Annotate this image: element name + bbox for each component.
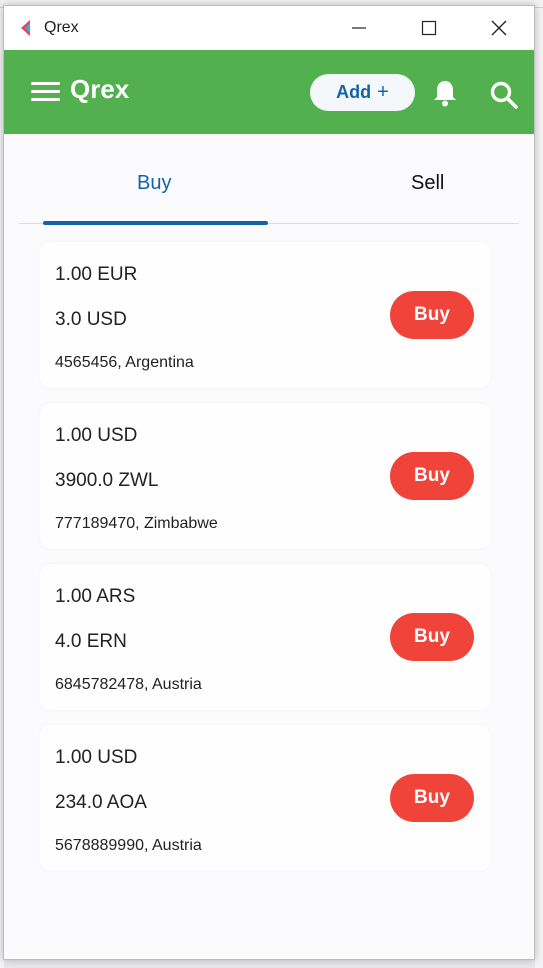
app-bar: Qrex Add + (4, 50, 534, 134)
offer-card: 1.00 USD 234.0 AOA 5678889990, Austria B… (40, 725, 490, 871)
title-bar: Qrex (4, 6, 534, 50)
maximize-icon (421, 20, 437, 36)
buy-button[interactable]: Buy (390, 452, 474, 500)
offer-card: 1.00 ARS 4.0 ERN 6845782478, Austria Buy (40, 564, 490, 710)
active-tab-indicator (43, 221, 268, 225)
maximize-button[interactable] (394, 6, 464, 50)
offer-meta: 4565456, Argentina (55, 354, 194, 371)
offer-list: 1.00 EUR 3.0 USD 4565456, Argentina Buy … (40, 242, 490, 886)
add-button[interactable]: Add + (310, 74, 415, 111)
buy-button[interactable]: Buy (390, 774, 474, 822)
offer-from-amount: 1.00 USD (55, 747, 138, 768)
add-button-label: Add (336, 82, 372, 102)
menu-icon[interactable] (31, 82, 60, 102)
search-icon[interactable] (489, 80, 519, 110)
bell-icon[interactable] (430, 78, 460, 108)
offer-from-amount: 1.00 USD (55, 425, 138, 446)
tab-buy[interactable]: Buy (137, 172, 171, 195)
tab-bar: Buy Sell (19, 134, 519, 225)
buy-button[interactable]: Buy (390, 291, 474, 339)
offer-from-amount: 1.00 ARS (55, 586, 136, 607)
offer-meta: 777189470, Zimbabwe (55, 515, 218, 532)
offer-from-amount: 1.00 EUR (55, 264, 138, 285)
brand-title: Qrex (70, 74, 130, 104)
window-controls (324, 6, 534, 50)
offer-to-amount: 234.0 AOA (55, 792, 147, 813)
background-right-edge (535, 8, 543, 968)
offer-card: 1.00 EUR 3.0 USD 4565456, Argentina Buy (40, 242, 490, 388)
offer-to-amount: 4.0 ERN (55, 631, 127, 652)
close-button[interactable] (464, 6, 534, 50)
offer-to-amount: 3.0 USD (55, 309, 127, 330)
add-plus-icon: + (377, 81, 389, 103)
minimize-icon (352, 27, 366, 29)
buy-button[interactable]: Buy (390, 613, 474, 661)
offer-card: 1.00 USD 3900.0 ZWL 777189470, Zimbabwe … (40, 403, 490, 549)
app-window: Qrex Qrex Add + Buy Sell 1.00 EUR 3.0 US… (3, 5, 535, 960)
app-logo-icon (21, 20, 30, 36)
offer-meta: 6845782478, Austria (55, 676, 202, 693)
minimize-button[interactable] (324, 6, 394, 50)
offer-to-amount: 3900.0 ZWL (55, 470, 159, 491)
tab-sell[interactable]: Sell (411, 172, 444, 195)
offer-meta: 5678889990, Austria (55, 837, 202, 854)
window-title: Qrex (44, 19, 79, 36)
close-icon (491, 20, 507, 36)
